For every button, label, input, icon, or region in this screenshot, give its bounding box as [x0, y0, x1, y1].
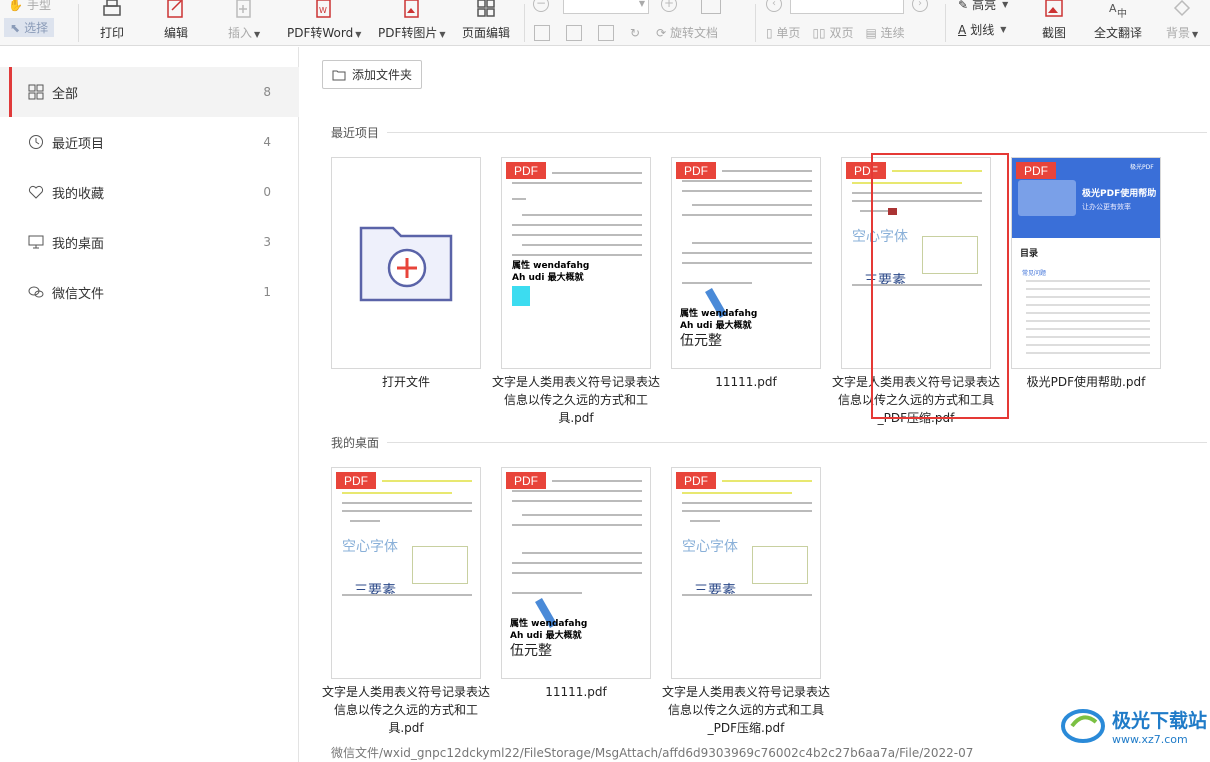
file-card[interactable]: PDF 属性 wendafahg Ah udi 最大概就 伍元整 11111.p… [501, 467, 651, 699]
next-page-button[interactable]: › [912, 0, 928, 12]
fit-width-icon[interactable] [534, 24, 550, 41]
file-card[interactable]: PDF 属性 wendafahg Ah udi 最大概就 伍元整 11111.p… [671, 157, 821, 389]
add-folder-button[interactable]: 添加文件夹 [322, 60, 422, 89]
edit-button[interactable]: 编辑 [164, 0, 188, 41]
page-number-input[interactable] [790, 0, 904, 14]
double-page-button[interactable]: ▯▯ 双页 [812, 24, 853, 41]
clock-icon [29, 135, 43, 149]
fit-window-icon[interactable] [598, 24, 614, 41]
print-button[interactable]: 打印 [100, 0, 124, 41]
sidebar-item-desktop[interactable]: 我的桌面 3 [0, 217, 299, 267]
continuous-button[interactable]: ▤ 连续 [865, 24, 904, 41]
chevron-down-icon: ▼ [638, 0, 645, 8]
underline-button[interactable]: A 划线 ▼ [958, 21, 1006, 38]
screenshot-icon [1045, 0, 1063, 17]
fit-page-button[interactable] [701, 0, 721, 14]
pdf-badge: PDF [1016, 162, 1056, 179]
file-card[interactable]: 极光PDF 极光PDF使用帮助 让办公更有效率 PDF 目录 常见问题 极光PD… [1011, 157, 1161, 389]
paint-bucket-icon [1174, 0, 1191, 17]
pdf-badge: PDF [676, 162, 716, 179]
printer-icon [103, 0, 121, 16]
zoom-input[interactable]: ▼ [563, 0, 649, 14]
svg-text:A: A [1109, 2, 1117, 15]
chevron-down-icon: ▼ [355, 30, 362, 39]
screenshot-button[interactable]: 截图 [1042, 0, 1066, 41]
file-card[interactable]: PDF 空心字体 三要素 文字是人类用表义符号记录表达信息以传之久远的方式和工具… [662, 467, 830, 735]
sidebar-item-all[interactable]: 全部 8 [0, 67, 299, 117]
translate-icon: A中 [1109, 2, 1127, 20]
pdf-to-image-icon [404, 0, 419, 18]
page-grid-icon [477, 0, 495, 17]
file-path: 微信文件/wxid_gnpc12dckyml22/FileStorage/Msg… [331, 746, 974, 760]
full-translate-button[interactable]: A中 全文翻译 [1094, 0, 1142, 41]
heart-icon [28, 185, 44, 199]
sidebar: 全部 8 最近项目 4 我的收藏 0 我的桌面 3 微信文件 1 [0, 47, 299, 762]
section-recent: 最近项目 [331, 124, 1208, 141]
pdf-to-word-icon: W [316, 0, 331, 18]
underline-icon: A [958, 22, 967, 37]
pdf-badge: PDF [336, 472, 376, 489]
single-page-button[interactable]: ▯ 单页 [766, 24, 800, 41]
cursor-icon: ⬉ [10, 20, 21, 35]
prev-page-button[interactable]: ‹ [766, 0, 782, 12]
rotate-icon[interactable]: ↻ [630, 26, 640, 40]
background-button[interactable]: 背景 ▼ [1166, 0, 1198, 41]
grid-icon [28, 84, 44, 100]
view-mode-row: ▯ 单页 ▯▯ 双页 ▤ 连续 [766, 24, 905, 41]
insert-button[interactable]: 插入 ▼ [228, 0, 260, 41]
sidebar-item-wechat[interactable]: 微信文件 1 [0, 267, 299, 317]
chevron-down-icon: ▼ [1002, 0, 1009, 9]
zoom-in-button[interactable]: + [661, 0, 677, 12]
insert-icon [236, 0, 251, 18]
sidebar-item-recent[interactable]: 最近项目 4 [0, 117, 299, 167]
xz7-logo-icon [1061, 709, 1105, 743]
file-browser: 添加文件夹 最近项目 打开文件 PDF 属性 wendafahg Ah udi … [300, 47, 1210, 762]
pdf-badge: PDF [506, 472, 546, 489]
chevron-down-icon: ▼ [1000, 25, 1007, 34]
page-tools-row: ↻ ⟳ 旋转文档 [534, 24, 718, 41]
hand-icon: ✋ [8, 0, 23, 12]
file-card[interactable]: PDF 空心字体 三要素 文字是人类用表义符号记录表达信息以传之久远的方式和工具… [322, 467, 490, 735]
folder-icon [332, 70, 346, 80]
monitor-icon [28, 235, 44, 249]
open-file-card[interactable]: 打开文件 [331, 157, 481, 389]
section-desktop: 我的桌面 [331, 434, 1208, 451]
pdf-to-image-button[interactable]: PDF转图片 ▼ [378, 0, 446, 41]
sidebar-item-favorites[interactable]: 我的收藏 0 [0, 167, 299, 217]
rotate-doc-button[interactable]: ⟳ 旋转文档 [656, 24, 718, 41]
toolbar: ✋ 手型 ⬉ 选择 打印 编辑 插入 ▼ W PDF转Word ▼ PDF转图片 ▼ 页面… [0, 0, 1210, 46]
pdf-badge: PDF [506, 162, 546, 179]
highlight-button[interactable]: ✎ 高亮 ▼ [958, 0, 1008, 13]
svg-text:中: 中 [1117, 7, 1127, 20]
page-edit-button[interactable]: 页面编辑 [462, 0, 510, 41]
select-tool-button[interactable]: ⬉ 选择 [4, 18, 55, 37]
svg-text:W: W [319, 6, 327, 15]
pdf-to-word-button[interactable]: W PDF转Word ▼ [287, 0, 361, 41]
pdf-badge: PDF [676, 472, 716, 489]
folder-add-icon [359, 226, 453, 302]
wechat-icon [28, 286, 44, 298]
actual-size-icon[interactable] [566, 24, 582, 41]
zoom-out-button[interactable]: − [533, 0, 549, 12]
chevron-down-icon: ▼ [439, 30, 446, 39]
watermark-logo: 极光下载站 www.xz7.com [1060, 706, 1207, 746]
selection-highlight-box [871, 153, 1009, 419]
highlighter-icon: ✎ [958, 0, 969, 12]
file-card[interactable]: PDF 属性 wendafahg Ah udi 最大概就 文字是人类用表义符号记… [492, 157, 660, 425]
edit-icon [167, 0, 183, 18]
chevron-down-icon: ▼ [254, 30, 261, 39]
hand-tool-button[interactable]: ✋ 手型 [8, 0, 51, 13]
chevron-down-icon: ▼ [1192, 30, 1199, 39]
